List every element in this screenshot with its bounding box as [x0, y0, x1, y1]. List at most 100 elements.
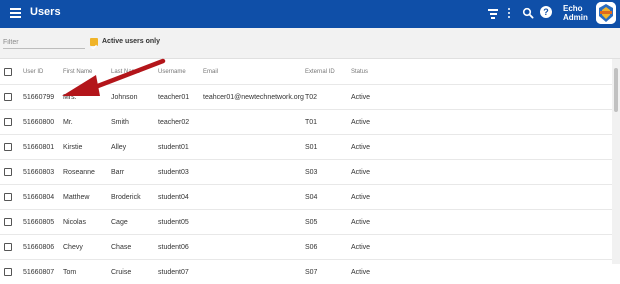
select-all-cell — [0, 59, 23, 85]
table-row[interactable]: 51660799 Mrs. Johnson teacher01 teahcer0… — [0, 85, 612, 110]
external-id-cell: S03 — [305, 160, 351, 185]
last-name-cell: Barr — [111, 160, 158, 185]
row-select-cell — [0, 235, 23, 260]
hamburger-icon[interactable] — [10, 8, 21, 20]
column-header-status[interactable]: Status — [351, 59, 421, 85]
row-select-cell — [0, 135, 23, 160]
row-filler — [421, 85, 612, 110]
column-header-email[interactable]: Email — [203, 59, 305, 85]
email-cell — [203, 235, 305, 260]
row-checkbox[interactable] — [4, 93, 12, 101]
email-cell — [203, 260, 305, 284]
user-id-link[interactable]: 51660800 — [23, 110, 63, 135]
external-id-cell: S06 — [305, 235, 351, 260]
row-select-cell — [0, 110, 23, 135]
column-header-last-name[interactable]: Last Name — [111, 59, 158, 85]
status-cell: Active — [351, 210, 421, 235]
active-users-checkbox[interactable] — [90, 38, 98, 46]
user-id-link[interactable]: 51660803 — [23, 160, 63, 185]
external-id-cell: S05 — [305, 210, 351, 235]
active-users-label: Active users only — [102, 38, 160, 45]
row-checkbox[interactable] — [4, 193, 12, 201]
user-id-link[interactable]: 51660806 — [23, 235, 63, 260]
username-cell: teacher01 — [158, 85, 203, 110]
logo-icon — [596, 2, 616, 24]
search-icon[interactable] — [522, 6, 536, 22]
scrollbar-thumb[interactable] — [614, 68, 618, 112]
column-header-external-id[interactable]: External ID — [305, 59, 351, 85]
table-row[interactable]: 51660804 Matthew Broderick student04 S04… — [0, 185, 612, 210]
status-cell: Active — [351, 135, 421, 160]
row-select-cell — [0, 85, 23, 110]
checkmark-icon — [90, 43, 98, 51]
row-checkbox[interactable] — [4, 218, 12, 226]
external-id-cell: S07 — [305, 260, 351, 284]
username-cell: student01 — [158, 135, 203, 160]
row-select-cell — [0, 210, 23, 235]
first-name-cell: Tom — [63, 260, 111, 284]
user-id-link[interactable]: 51660799 — [23, 85, 63, 110]
table-header: User ID First Name Last Name Username Em… — [0, 59, 612, 85]
filter-input[interactable] — [3, 37, 85, 49]
row-checkbox[interactable] — [4, 143, 12, 151]
row-filler — [421, 110, 612, 135]
column-header-first-name[interactable]: First Name — [63, 59, 111, 85]
email-cell — [203, 160, 305, 185]
table-row[interactable]: 51660805 Nicolas Cage student05 S05 Acti… — [0, 210, 612, 235]
status-cell: Active — [351, 160, 421, 185]
user-id-link[interactable]: 51660805 — [23, 210, 63, 235]
table-row[interactable]: 51660807 Tom Cruise student07 S07 Active — [0, 260, 612, 284]
row-filler — [421, 185, 612, 210]
row-filler — [421, 235, 612, 260]
external-id-cell: T02 — [305, 85, 351, 110]
column-header-user-id[interactable]: User ID — [23, 59, 63, 85]
users-table: User ID First Name Last Name Username Em… — [0, 59, 612, 284]
first-name-cell: Nicolas — [63, 210, 111, 235]
filter-icon[interactable] — [486, 9, 500, 25]
table-row[interactable]: 51660801 Kirstie Alley student01 S01 Act… — [0, 135, 612, 160]
user-second-line: Admin — [563, 13, 588, 22]
first-name-cell: Mrs. — [63, 85, 111, 110]
table-row[interactable]: 51660803 Roseanne Barr student03 S03 Act… — [0, 160, 612, 185]
user-id-link[interactable]: 51660804 — [23, 185, 63, 210]
row-checkbox[interactable] — [4, 243, 12, 251]
row-filler — [421, 135, 612, 160]
status-cell: Active — [351, 235, 421, 260]
status-cell: Active — [351, 185, 421, 210]
last-name-cell: Smith — [111, 110, 158, 135]
user-id-link[interactable]: 51660807 — [23, 260, 63, 284]
username-cell: student06 — [158, 235, 203, 260]
last-name-cell: Broderick — [111, 185, 158, 210]
column-header-username[interactable]: Username — [158, 59, 203, 85]
select-all-checkbox[interactable] — [4, 68, 12, 76]
username-cell: student04 — [158, 185, 203, 210]
page-title: Users — [30, 6, 61, 18]
last-name-cell: Johnson — [111, 85, 158, 110]
first-name-cell: Matthew — [63, 185, 111, 210]
row-filler — [421, 260, 612, 284]
first-name-cell: Kirstie — [63, 135, 111, 160]
username-cell: student03 — [158, 160, 203, 185]
status-cell: Active — [351, 110, 421, 135]
external-id-cell: S04 — [305, 185, 351, 210]
user-id-link[interactable]: 51660801 — [23, 135, 63, 160]
email-cell — [203, 110, 305, 135]
username-cell: student05 — [158, 210, 203, 235]
help-icon[interactable]: ? — [540, 6, 552, 18]
table-row[interactable]: 51660800 Mr. Smith teacher02 T01 Active — [0, 110, 612, 135]
first-name-cell: Mr. — [63, 110, 111, 135]
vertical-scrollbar[interactable] — [612, 59, 620, 264]
last-name-cell: Alley — [111, 135, 158, 160]
user-menu[interactable]: Echo Admin — [563, 4, 588, 22]
table-row[interactable]: 51660806 Chevy Chase student06 S06 Activ… — [0, 235, 612, 260]
row-checkbox[interactable] — [4, 118, 12, 126]
more-vert-icon[interactable] — [506, 8, 512, 24]
row-checkbox[interactable] — [4, 168, 12, 176]
username-cell: teacher02 — [158, 110, 203, 135]
row-checkbox[interactable] — [4, 268, 12, 276]
column-filler — [421, 59, 612, 85]
external-id-cell: S01 — [305, 135, 351, 160]
username-cell: student07 — [158, 260, 203, 284]
email-cell: teahcer01@newtechnetwork.org — [203, 85, 305, 110]
row-filler — [421, 210, 612, 235]
